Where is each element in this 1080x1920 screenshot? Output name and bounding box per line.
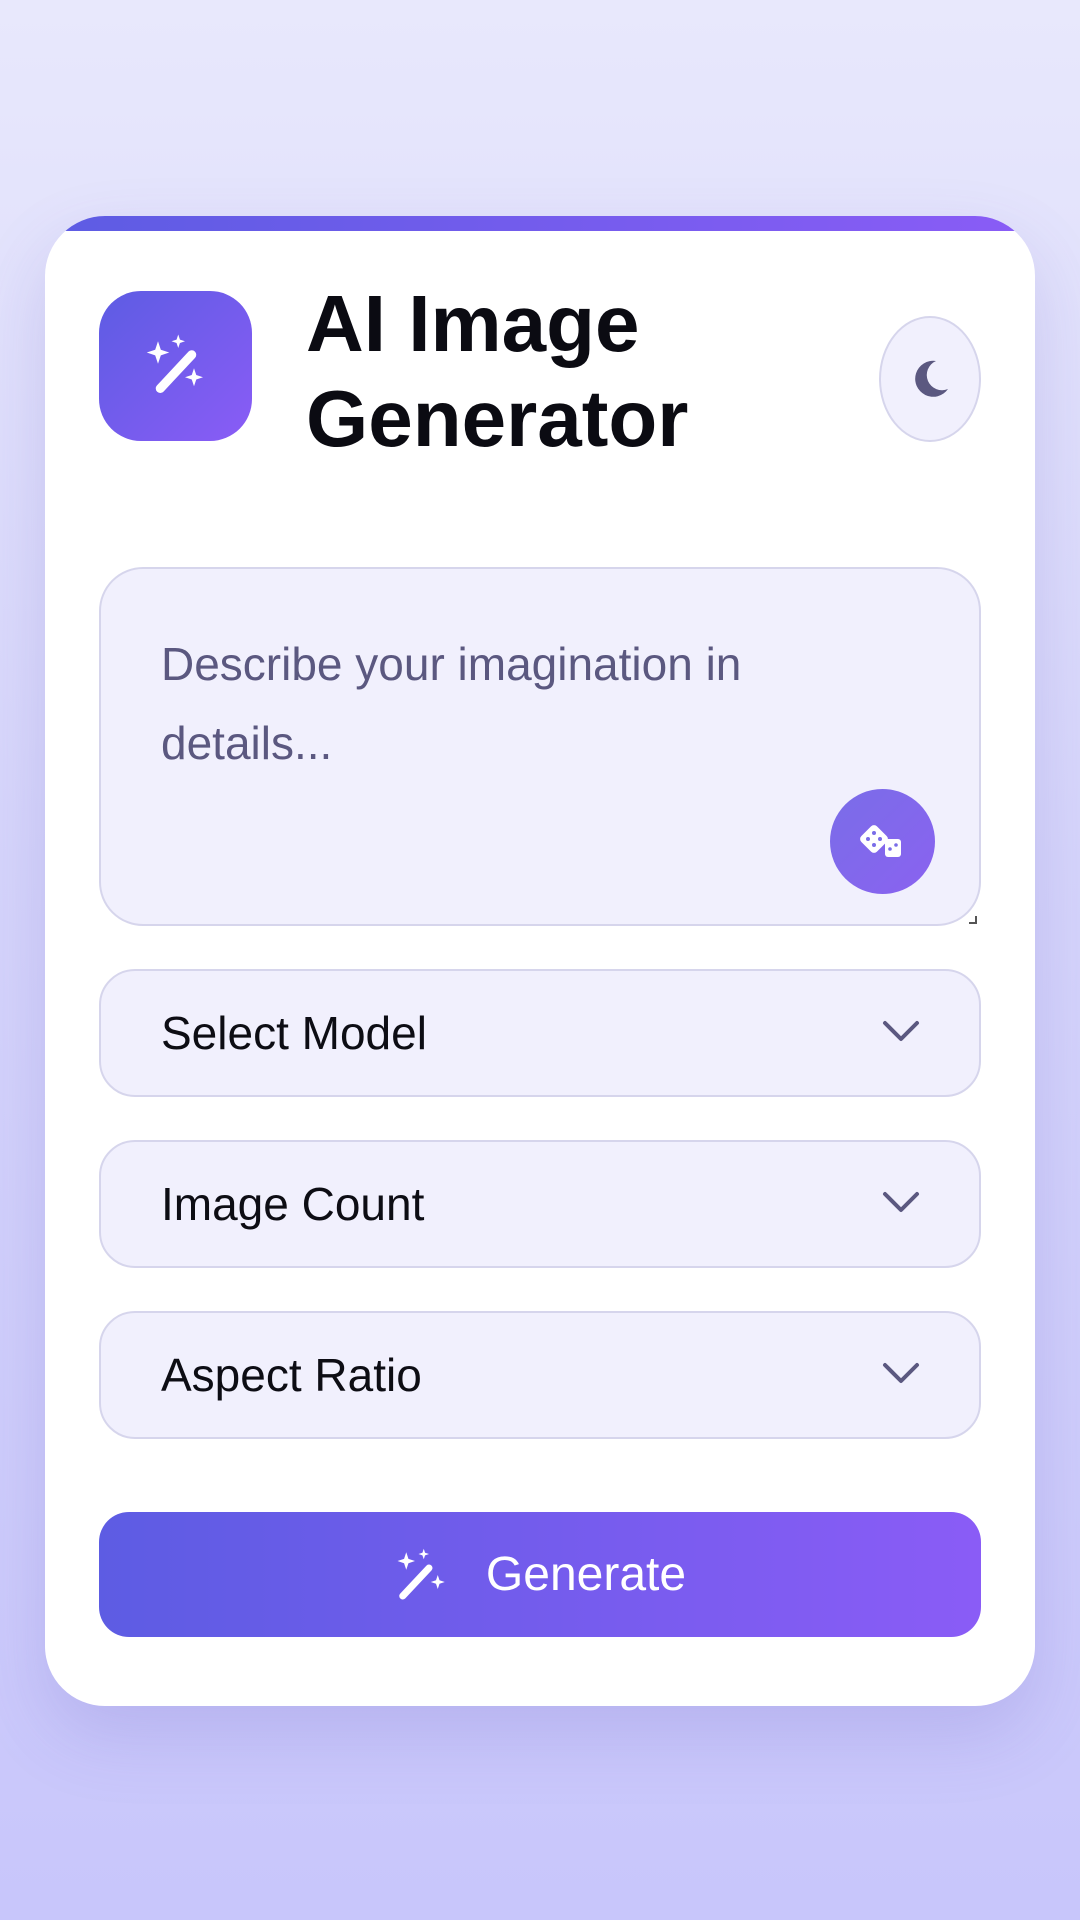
app-logo: [99, 291, 252, 441]
page-title: AI Image Generator: [306, 279, 689, 463]
aspect-ratio-select[interactable]: Aspect Ratio: [99, 1311, 981, 1439]
model-select-label: Select Model: [161, 1007, 427, 1059]
header: AI Image Generator: [99, 276, 981, 463]
aspect-ratio-select-label: Aspect Ratio: [161, 1349, 422, 1401]
textarea-resize-handle[interactable]: [969, 916, 977, 924]
random-prompt-button[interactable]: [830, 789, 935, 894]
theme-toggle-button[interactable]: [879, 316, 981, 442]
magic-wand-sparkles-icon: [397, 1548, 445, 1599]
dice-icon: [859, 824, 901, 857]
chevron-down-icon: [883, 1363, 919, 1383]
moon-icon: [915, 360, 948, 397]
card-accent-bar: [45, 216, 1035, 231]
image-count-select[interactable]: Image Count: [99, 1140, 981, 1268]
chevron-down-icon: [883, 1192, 919, 1212]
image-count-select-label: Image Count: [161, 1178, 425, 1230]
chevron-down-icon: [883, 1021, 919, 1041]
model-select[interactable]: Select Model: [99, 969, 981, 1097]
generate-button[interactable]: Generate: [99, 1512, 981, 1637]
generate-button-label: Generate: [485, 1548, 687, 1601]
prompt-box: [99, 567, 981, 926]
generator-card: AI Image Generator Select Model: [45, 216, 1035, 1706]
magic-wand-sparkles-icon: [146, 334, 203, 393]
